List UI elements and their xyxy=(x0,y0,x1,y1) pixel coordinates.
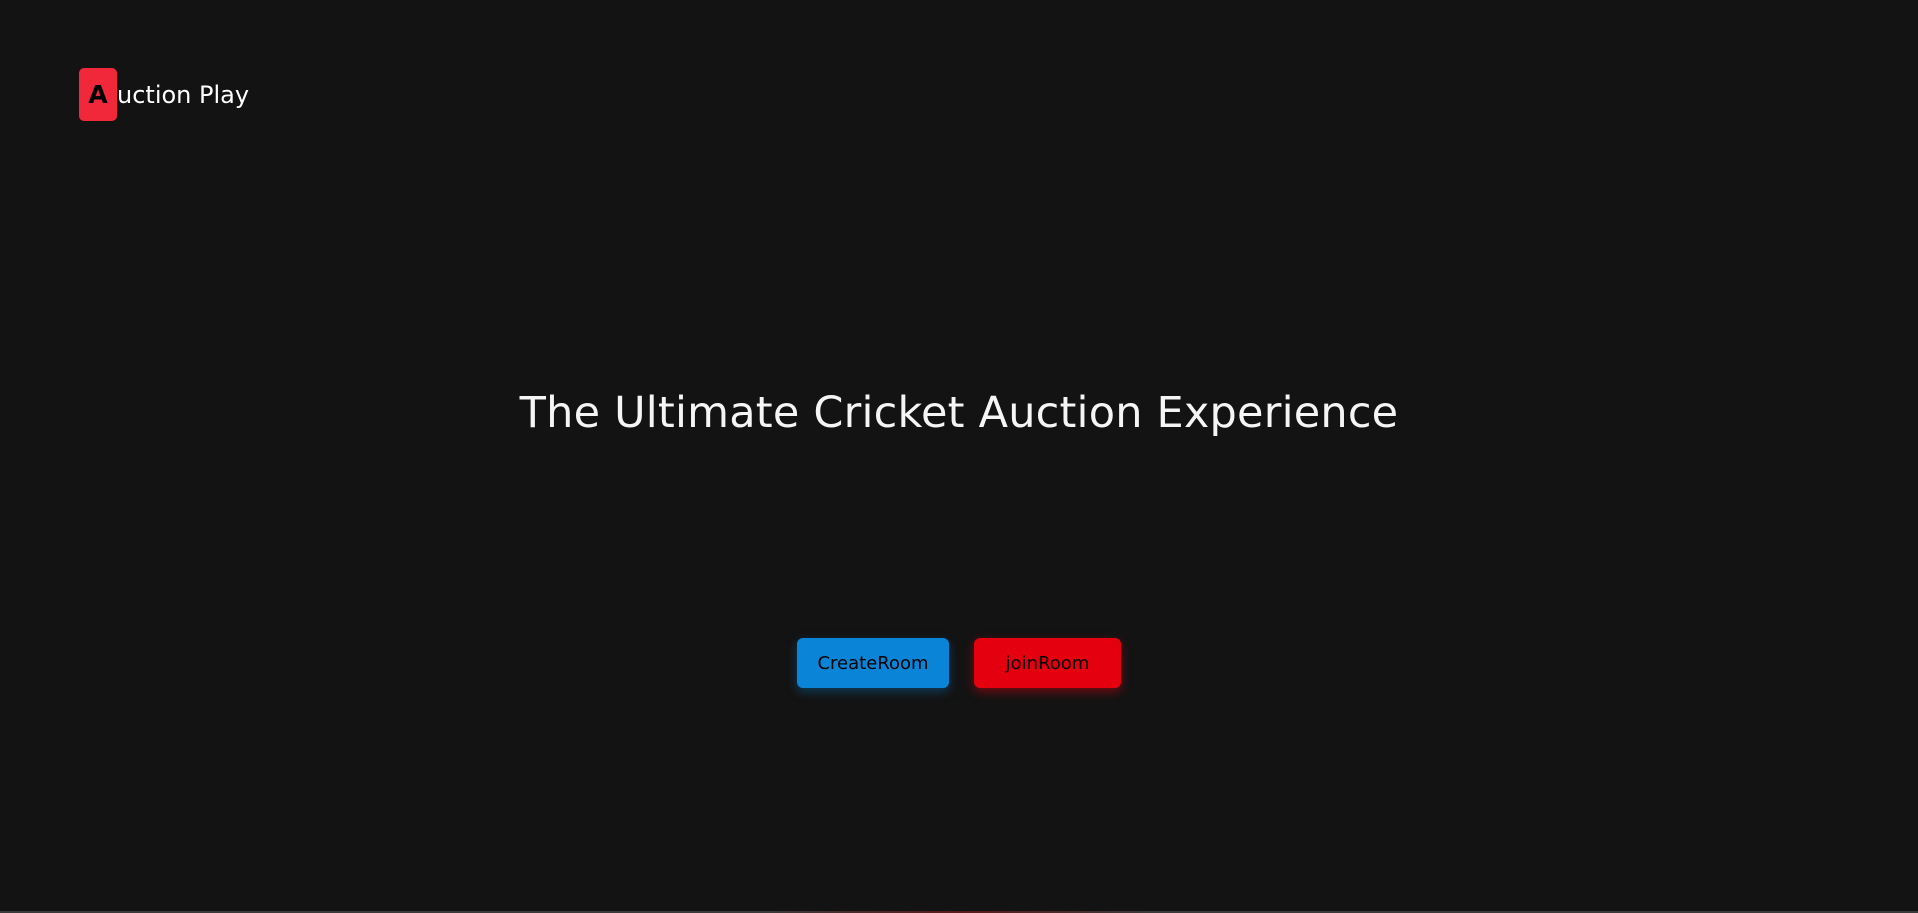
logo-text: uction Play xyxy=(117,80,250,109)
logo-badge: A xyxy=(79,68,117,121)
join-room-button[interactable]: joinRoom xyxy=(974,638,1121,688)
landing-page: A uction Play The Ultimate Cricket Aucti… xyxy=(0,0,1918,913)
hero-headline: The Ultimate Cricket Auction Experience xyxy=(519,388,1399,438)
app-logo[interactable]: A uction Play xyxy=(79,68,249,121)
room-actions: CreateRoom joinRoom xyxy=(797,638,1121,688)
create-room-button[interactable]: CreateRoom xyxy=(797,638,949,688)
